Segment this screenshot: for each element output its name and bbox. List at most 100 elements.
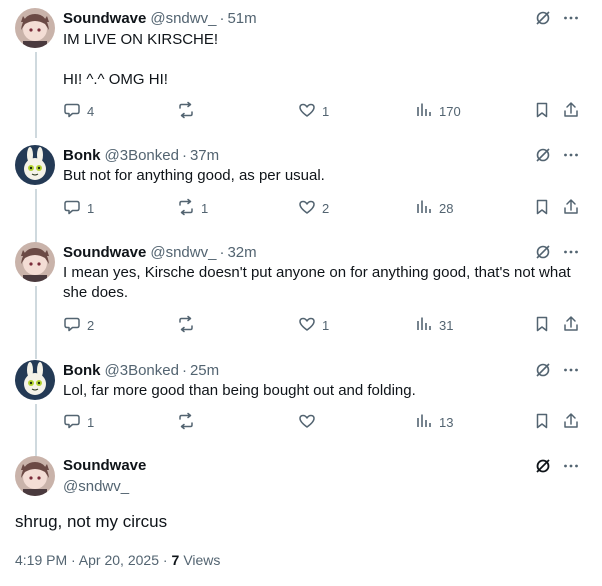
share-button[interactable] (562, 101, 580, 121)
reply-icon (63, 198, 81, 219)
like-button[interactable]: 1 (298, 101, 329, 121)
avatar[interactable] (15, 456, 55, 496)
tweet-text: But not for anything good, as per usual. (63, 167, 325, 184)
views-button[interactable]: 28 (415, 198, 453, 218)
like-button[interactable] (298, 412, 322, 432)
share-icon (562, 101, 580, 122)
reply-button[interactable]: 4 (63, 101, 94, 121)
user-handle[interactable]: @3Bonked (105, 147, 179, 164)
tweet-text: Lol, far more good than being bought out… (63, 382, 416, 399)
thread-line (35, 52, 37, 138)
tweet-header: Soundwave @sndwv_ · 32m (63, 242, 257, 262)
repost-button[interactable] (177, 315, 201, 335)
action-bar: 4 1 170 (63, 101, 583, 121)
views-button[interactable]: 170 (415, 101, 461, 121)
user-handle[interactable]: @sndwv_ (63, 478, 129, 495)
avatar[interactable] (15, 242, 55, 282)
display-name[interactable]: Soundwave (63, 244, 146, 261)
reply-button[interactable]: 1 (63, 412, 94, 432)
share-button[interactable] (562, 198, 580, 218)
bookmark-icon (533, 198, 551, 219)
share-button[interactable] (562, 412, 580, 432)
reply-icon (63, 315, 81, 336)
bookmark-button[interactable] (533, 412, 551, 432)
bookmark-button[interactable] (533, 315, 551, 335)
tweet-text: IM LIVE ON KIRSCHE! HI! ^.^ OMG HI! (63, 31, 219, 88)
more-icon[interactable] (562, 9, 580, 27)
more-icon[interactable] (562, 361, 580, 379)
repost-button[interactable] (177, 412, 201, 432)
like-icon (298, 412, 316, 433)
like-button[interactable]: 2 (298, 198, 329, 218)
share-icon (562, 412, 580, 433)
timestamp[interactable]: 32m (227, 244, 256, 261)
like-icon (298, 101, 316, 122)
avatar[interactable] (15, 145, 55, 185)
more-icon[interactable] (562, 243, 580, 261)
display-name[interactable]: Bonk (63, 147, 101, 164)
views-icon (415, 198, 433, 219)
post-timestamp[interactable]: 4:19 PM · Apr 20, 2025 · (15, 552, 168, 568)
reply-tweet[interactable]: Bonk @3Bonked · 37m But not for anything… (0, 145, 602, 243)
reply-button[interactable]: 2 (63, 315, 94, 335)
share-icon (562, 198, 580, 219)
action-bar: 1 13 (63, 412, 583, 432)
timestamp[interactable]: 25m (190, 362, 219, 379)
tweet-top-icons (534, 9, 580, 27)
timestamp[interactable]: 51m (227, 10, 256, 27)
timestamp[interactable]: 37m (190, 147, 219, 164)
bookmark-button[interactable] (533, 101, 551, 121)
views-icon (415, 412, 433, 433)
main-tweet: Soundwave @sndwv_ shrug, not my circus 4… (0, 456, 602, 586)
views-count: 7 (171, 552, 180, 568)
reply-tweet[interactable]: Soundwave @sndwv_ · 32m I mean yes, Kirs… (0, 242, 602, 359)
like-count: 1 (322, 317, 330, 333)
user-handle[interactable]: @sndwv_ (150, 10, 216, 27)
reply-tweet[interactable]: Soundwave @sndwv_ · 51m IM LIVE ON KIRSC… (0, 8, 602, 138)
display-name[interactable]: Bonk (63, 362, 101, 379)
grok-icon[interactable] (534, 457, 552, 475)
share-button[interactable] (562, 315, 580, 335)
thread-line (35, 404, 37, 458)
views-button[interactable]: 31 (415, 315, 453, 335)
views-icon (415, 101, 433, 122)
tweet-top-icons (534, 243, 580, 261)
user-handle[interactable]: @3Bonked (105, 362, 179, 379)
conversation-thread: Soundwave @sndwv_ · 51m IM LIVE ON KIRSC… (0, 0, 602, 586)
grok-icon[interactable] (534, 146, 552, 164)
thread-line (35, 189, 37, 243)
tweet-header: Bonk @3Bonked · 25m (63, 360, 219, 380)
more-icon[interactable] (562, 146, 580, 164)
avatar[interactable] (15, 8, 55, 48)
display-name[interactable]: Soundwave (63, 457, 146, 474)
grok-icon[interactable] (534, 243, 552, 261)
views-button[interactable]: 13 (415, 412, 453, 432)
bookmark-button[interactable] (533, 198, 551, 218)
grok-icon[interactable] (534, 361, 552, 379)
avatar[interactable] (15, 360, 55, 400)
views-count: 28 (439, 200, 454, 216)
separator: · (219, 243, 225, 261)
like-count: 1 (322, 103, 330, 119)
repost-icon (177, 315, 195, 336)
reply-tweet[interactable]: Bonk @3Bonked · 25m Lol, far more good t… (0, 360, 602, 458)
repost-button[interactable]: 1 (177, 198, 208, 218)
tweet-top-icons (534, 361, 580, 379)
share-icon (562, 315, 580, 336)
repost-icon (177, 101, 195, 122)
grok-icon[interactable] (534, 9, 552, 27)
separator: · (181, 361, 187, 379)
user-handle[interactable]: @sndwv_ (150, 244, 216, 261)
views-count: 31 (439, 317, 454, 333)
tweet-text: I mean yes, Kirsche doesn't put anyone o… (63, 264, 571, 301)
tweet-header: Soundwave @sndwv_ · 51m (63, 8, 257, 28)
like-button[interactable]: 1 (298, 315, 329, 335)
reply-count: 1 (87, 414, 95, 430)
views-label: Views (183, 552, 221, 568)
reply-count: 4 (87, 103, 95, 119)
display-name[interactable]: Soundwave (63, 10, 146, 27)
repost-button[interactable] (177, 101, 201, 121)
reply-button[interactable]: 1 (63, 198, 94, 218)
separator: · (219, 9, 225, 27)
more-icon[interactable] (562, 457, 580, 475)
